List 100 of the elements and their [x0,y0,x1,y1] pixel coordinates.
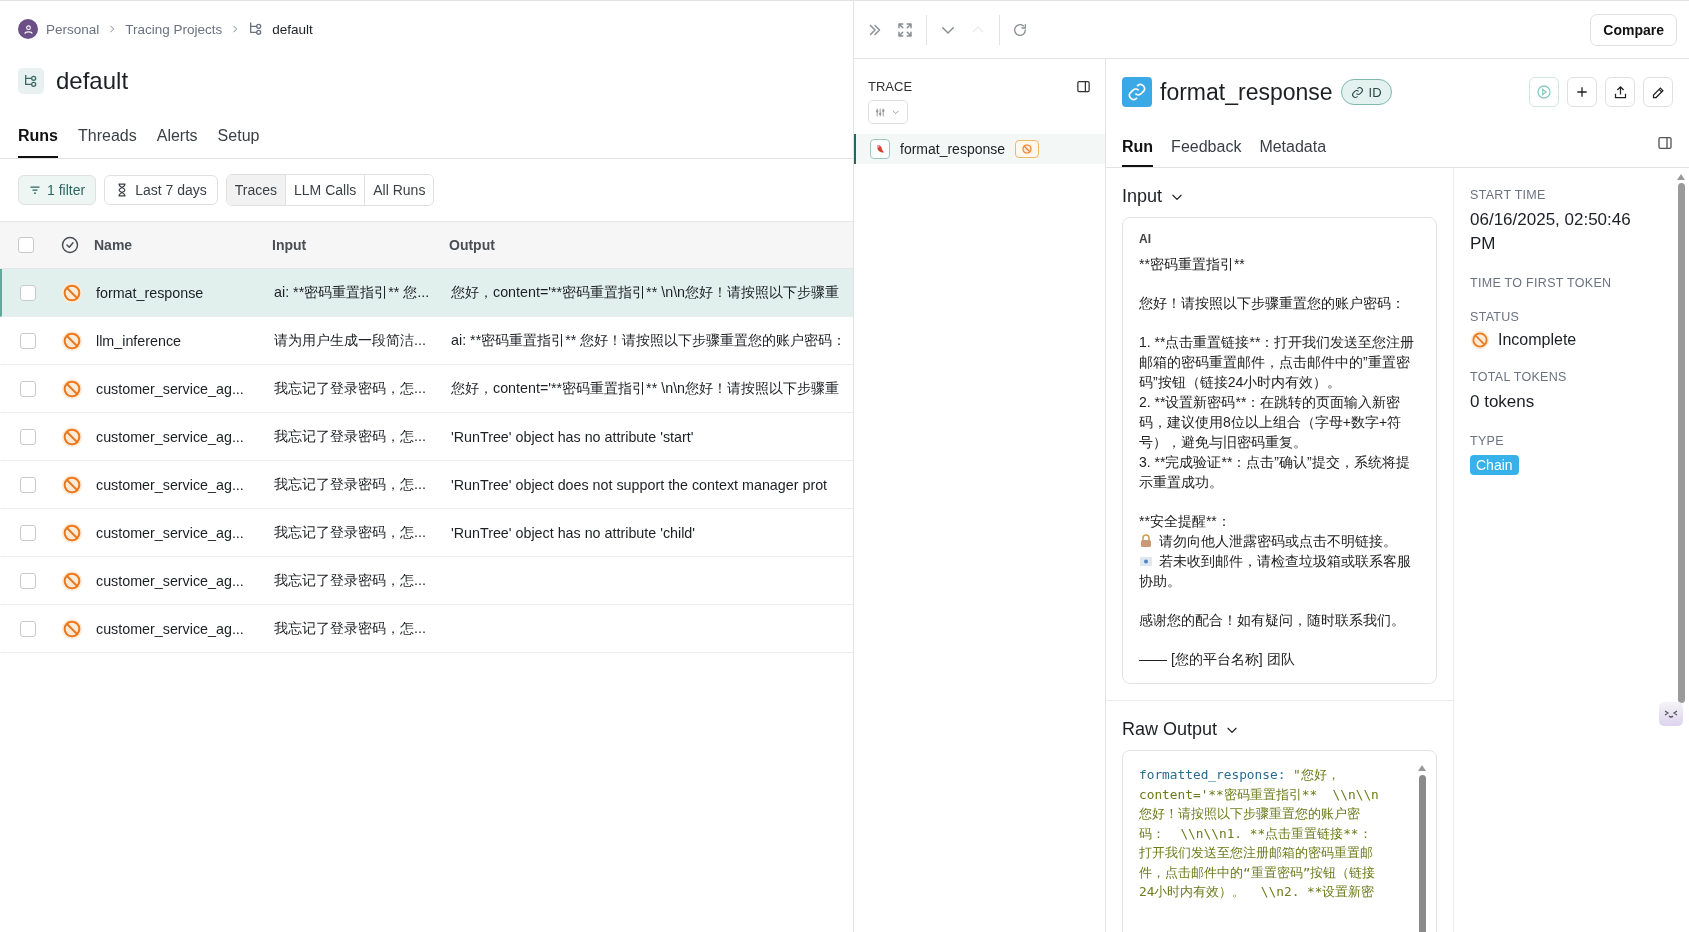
field-label: START TIME [1470,188,1547,202]
tab[interactable]: Feedback [1171,138,1242,167]
edit-button[interactable] [1643,77,1673,107]
breadcrumb-link[interactable]: default [272,21,313,37]
table-cell-text: 'RunTree' object has no attribute 'start' [451,428,695,445]
message-line: 请勿向他人泄露密码或点击不明链接。 [1139,531,1420,551]
table-cell-text: 我忘记了登录密码，怎... [274,379,427,398]
table-row[interactable]: format_response ai: **密码重置指引** 您... 您好，content='**密码重置指引** \n\n您好！请按照以下步骤重 [0,269,853,317]
filter-button[interactable]: 1 filter [18,175,97,205]
scrollbar[interactable] [1677,174,1685,703]
tab[interactable]: Threads [78,127,137,158]
refresh-icon[interactable] [1012,21,1028,38]
field-value: 0 tokens [1470,391,1536,413]
add-button[interactable] [1567,77,1597,107]
table-row[interactable]: customer_service_ag... 我忘记了登录密码，怎... [0,557,853,605]
message-line: **安全提醒**： [1139,512,1232,531]
table-row[interactable]: customer_service_ag... 我忘记了登录密码，怎... 'RunTree' object does not support the context manager prot [0,461,853,509]
message-line: 若未收到邮件，请检查垃圾箱或联系客服协助。 [1139,552,1412,591]
table-cell-text: ai: **密码重置指引** 您好！请按照以下步骤重置您的账户密码： [451,331,848,350]
breadcrumb-link[interactable]: Tracing Projects [125,21,223,37]
incomplete-icon [61,473,83,496]
table-cell-text: 您好，content='**密码重置指引** \n\n您好！请按照以下步骤重 [451,379,841,398]
row-checkbox[interactable] [20,332,36,349]
panel-icon[interactable] [1657,135,1673,151]
table-row[interactable]: customer_service_ag... 我忘记了登录密码，怎... 'RunTree' object has no attribute 'start' [0,413,853,461]
table-cell-text: 您好，content='**密码重置指引** \n\n您好！请按照以下步骤重 [451,283,841,302]
type-badge: Chain [1470,455,1519,475]
row-checkbox[interactable] [20,572,36,589]
tab[interactable]: Metadata [1259,138,1327,167]
column-header: Name [94,237,134,253]
code-line: content='**密码重置指引** \\n\\n [1139,785,1380,804]
table-cell-text: 'RunTree' object has no attribute 'child' [451,524,697,541]
tab[interactable]: Alerts [156,127,198,158]
code-line: 码： \\n\\n1. **点击重置链接**： [1139,824,1373,843]
tab[interactable]: Runs [18,127,58,158]
table-cell-text: 我忘记了登录密码，怎... [274,571,427,590]
table-cell-text: 我忘记了登录密码，怎... [274,475,427,494]
chain-icon [870,139,890,159]
table-cell-text: 'RunTree' object does not support the context manager prot [451,476,829,493]
tab[interactable]: Run [1122,138,1154,167]
row-checkbox[interactable] [20,476,36,493]
message-line: 感谢您的配合！如有疑问，随时联系我们。 [1139,611,1406,630]
code-line: 件，点击邮件中的“重置密码”按钮（链接 [1139,863,1377,882]
trace-label: TRACE [868,79,913,94]
tab[interactable]: Setup [217,127,260,158]
row-checkbox[interactable] [20,524,36,541]
message-line: 您好！请按照以下步骤重置您的账户密码： [1139,294,1406,313]
play-icon [1536,84,1552,100]
table-cell-text: customer_service_ag... [96,380,245,397]
time-range-button[interactable]: Last 7 days [104,175,218,205]
assistant-icon[interactable] [1659,702,1683,726]
table-cell-text: 我忘记了登录密码，怎... [274,619,427,638]
scroll-up-icon[interactable] [1418,765,1426,771]
scroll-up-icon[interactable] [1677,174,1685,180]
table-row[interactable]: customer_service_ag... 我忘记了登录密码，怎... [0,605,853,653]
upload-button[interactable] [1605,77,1635,107]
row-checkbox[interactable] [20,284,36,301]
table-cell-text: customer_service_ag... [96,620,245,637]
code-line: 24小时内有效）。 \\n2. **设置新密 [1139,883,1376,901]
row-checkbox[interactable] [20,620,36,637]
table-cell-text: customer_service_ag... [96,428,245,445]
table-row[interactable]: llm_inference 请为用户生成一段简洁... ai: **密码重置指引** 您好！请按照以下步骤重置您的账户密码： [0,317,853,365]
field-label: STATUS [1470,310,1521,324]
envelope-icon [1139,554,1153,568]
panel-icon[interactable] [1076,79,1091,94]
breadcrumb-link[interactable]: Personal [46,21,100,37]
incomplete-icon [61,521,83,544]
incomplete-icon [61,569,83,592]
incomplete-icon [61,377,83,400]
table-row[interactable]: customer_service_ag... 我忘记了登录密码，怎... 'RunTree' object has no attribute 'child' [0,509,853,557]
section-heading: Input [1122,186,1163,207]
table-cell-text: 我忘记了登录密码，怎... [274,427,427,446]
row-checkbox[interactable] [20,380,36,397]
expand-icon[interactable] [896,20,914,39]
project-title: default [56,67,129,95]
table-cell-text: customer_service_ag... [96,572,245,589]
view-toggle[interactable]: Traces [226,175,286,205]
role-label: AI [1139,232,1152,246]
code-line: formatted_response: "您好， [1139,766,1341,784]
table-cell-text: 我忘记了登录密码，怎... [274,523,427,542]
incomplete-icon [61,329,83,352]
incomplete-icon [1470,330,1490,350]
compare-button[interactable]: Compare [1590,13,1677,46]
status-column-icon [61,236,79,254]
filter-icon [29,184,41,196]
link-icon [1122,77,1152,107]
lock-icon [1139,534,1153,548]
trace-item[interactable]: format_response [854,134,1105,164]
play-button[interactable] [1529,77,1559,107]
table-cell-text: ai: **密码重置指引** 您... [274,283,431,302]
trace-item-label: format_response [900,141,1006,157]
incomplete-icon [61,425,83,448]
id-badge[interactable]: ID [1340,79,1392,105]
table-row[interactable]: customer_service_ag... 我忘记了登录密码，怎... 您好，content='**密码重置指引** \n\n您好！请按照以下步骤重 [0,365,853,413]
filter-dropdown[interactable] [868,100,908,124]
table-cell-text: customer_service_ag... [96,524,245,541]
status-value: Incomplete [1498,331,1577,349]
row-checkbox[interactable] [20,428,36,445]
select-all-checkbox[interactable] [18,237,34,253]
message-line: 3. **完成验证**：点击”确认”提交，系统将提示重置成功。 [1139,453,1411,492]
